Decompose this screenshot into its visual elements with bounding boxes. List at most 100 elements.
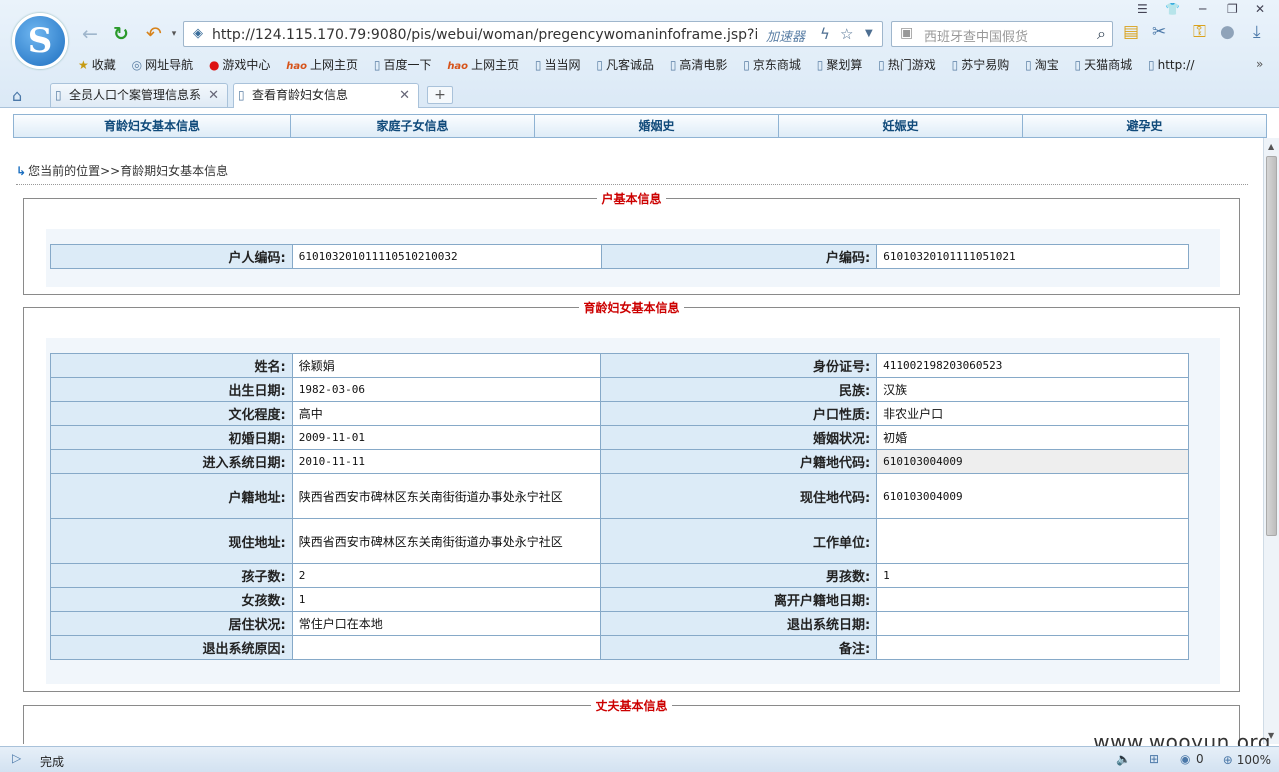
woman-legend: 育龄妇女基本信息 [24, 299, 1239, 315]
husband-section: 丈夫基本信息 [23, 699, 1240, 744]
arrow-icon: ↳ [16, 164, 27, 178]
hukou-type-value: 非农业户口 [876, 401, 1189, 426]
key-icon[interactable]: ⚿ [1193, 22, 1206, 42]
browser-logo[interactable]: S [12, 13, 68, 69]
play-icon[interactable]: ▷ [12, 751, 21, 765]
tab-view-woman-info[interactable]: ▯ 查看育龄妇女信息 ✕ [233, 83, 419, 108]
bookmark-item[interactable]: ▯ 热门游戏 [878, 56, 936, 73]
work-unit-value [876, 518, 1189, 564]
children-count-label: 孩子数: [50, 563, 293, 588]
nav-contraception-history[interactable]: 避孕史 [1023, 115, 1266, 137]
star-icon[interactable]: ☆ [840, 25, 853, 43]
refresh-icon[interactable]: ↻ [109, 22, 133, 46]
table-row: 初婚日期: 2009-11-01 婚姻状况: 初婚 [50, 425, 1189, 450]
husband-legend: 丈夫基本信息 [24, 697, 1239, 713]
table-row: 户籍地址: 陕西省西安市碑林区东关南街街道办事处永宁社区 现住地代码: 6101030… [50, 473, 1189, 519]
chat-icon[interactable]: ● [1220, 22, 1235, 42]
search-input[interactable]: 西班牙查中国假货 [924, 26, 1028, 45]
scissors-icon[interactable]: ✂ [1152, 22, 1166, 42]
nav-woman-basic-info[interactable]: 育龄妇女基本信息 [14, 115, 291, 137]
bookmark-item[interactable]: ▯ 苏宁易购 [952, 56, 1010, 73]
leave-hukou-date-label: 离开户籍地日期: [600, 587, 878, 612]
bookmark-item[interactable]: ▯ 当当网 [535, 56, 581, 73]
close-icon[interactable]: ✕ [1255, 2, 1265, 16]
breadcrumb: ↳ 您当前的位置>>育龄期妇女基本信息 [16, 164, 229, 178]
search-engine-icon[interactable]: ▣ [900, 25, 913, 41]
system-entry-date-value: 2010-11-11 [291, 449, 602, 474]
home-icon[interactable]: ⌂ [12, 86, 22, 105]
table-row: 孩子数: 2 男孩数: 1 [50, 563, 1189, 588]
first-marriage-date-value: 2009-11-01 [291, 425, 602, 450]
scroll-up-icon[interactable]: ▲ [1268, 142, 1274, 151]
chevron-down-icon[interactable]: ▼ [865, 28, 873, 39]
education-label: 文化程度: [50, 401, 293, 426]
nav-marriage-history[interactable]: 婚姻史 [535, 115, 779, 137]
household-person-code-value: 610103201011110510210032 [291, 244, 602, 269]
skin-icon[interactable]: 👕 [1165, 2, 1180, 16]
leave-hukou-date-value [876, 587, 1189, 612]
page-icon: ▯ [743, 58, 750, 72]
accelerator-label[interactable]: 加速器 [766, 26, 805, 45]
clipboard-icon[interactable]: ▤ [1123, 22, 1139, 42]
hukou-type-label: 户口性质: [600, 401, 878, 426]
name-label: 姓名: [50, 353, 293, 378]
lightning-icon[interactable]: ϟ [820, 25, 830, 43]
bookmark-item[interactable]: ★ 收藏 [78, 56, 116, 73]
page-content: 育龄妇女基本信息 家庭子女信息 婚姻史 妊娠史 避孕史 ↳ 您当前的位置>>育龄期… [0, 108, 1279, 744]
table-row: 文化程度: 高中 户口性质: 非农业户口 [50, 401, 1189, 426]
page-icon: ▯ [596, 58, 603, 72]
household-panel: 户人编码: 610103201011110510210032 户编码: 6101… [46, 229, 1220, 287]
bookmark-item[interactable]: hao 上网主页 [447, 56, 519, 73]
bookmark-item[interactable]: ▯ http:// [1148, 58, 1194, 72]
page-icon: ▯ [669, 58, 677, 72]
speaker-icon[interactable]: 🔈 [1116, 752, 1131, 766]
page-icon: ▯ [1074, 58, 1082, 72]
restore-icon[interactable]: ❐ [1227, 2, 1238, 16]
network-icon[interactable]: ⊞ [1149, 752, 1159, 766]
game-icon: ● [208, 58, 220, 72]
bookmark-item[interactable]: ● 游戏中心 [209, 56, 271, 73]
bookmark-item[interactable]: ▯ 百度一下 [374, 56, 432, 73]
id-number-label: 身份证号: [600, 353, 878, 378]
household-table: 户人编码: 610103201011110510210032 户编码: 6101… [50, 244, 1189, 269]
page-icon: ▯ [1025, 58, 1032, 72]
table-row: 女孩数: 1 离开户籍地日期: [50, 587, 1189, 612]
children-count-value: 2 [291, 563, 602, 588]
close-icon[interactable]: ✕ [208, 84, 219, 107]
star-icon: ★ [78, 58, 89, 72]
bookmark-item[interactable]: ▯ 高清电影 [670, 56, 728, 73]
birth-date-label: 出生日期: [50, 377, 293, 402]
page-icon: ▯ [878, 58, 885, 72]
section-nav: 育龄妇女基本信息 家庭子女信息 婚姻史 妊娠史 避孕史 [13, 114, 1267, 138]
more-bookmarks-icon[interactable]: » [1256, 57, 1263, 71]
bookmark-item[interactable]: ▯ 天猫商城 [1075, 56, 1133, 73]
bookmark-item[interactable]: ◎ 网址导航 [132, 56, 194, 73]
bookmark-item[interactable]: hao 上网主页 [286, 56, 358, 73]
bookmark-item[interactable]: ▯ 淘宝 [1025, 56, 1059, 73]
menu-icon[interactable]: ☰ [1137, 2, 1148, 16]
remarks-value [876, 635, 1189, 660]
table-row: 姓名: 徐颖娟 身份证号: 411002198203060523 [50, 353, 1189, 378]
counter-icon[interactable]: ◉ [1180, 752, 1190, 766]
address-bar[interactable]: ◈ http://124.115.170.79:9080/pis/webui/w… [183, 21, 883, 47]
nav-pregnancy-history[interactable]: 妊娠史 [779, 115, 1023, 137]
id-number-value: 411002198203060523 [876, 353, 1189, 378]
minimize-icon[interactable]: ─ [1199, 2, 1206, 16]
household-code-label: 户编码: [600, 244, 878, 269]
vertical-scrollbar[interactable]: ▲ ▼ [1263, 138, 1279, 744]
bookmark-item[interactable]: ▯ 凡客诚品 [596, 56, 654, 73]
zoom-level[interactable]: ⊕ 100% [1223, 753, 1271, 767]
scrollbar-thumb[interactable] [1266, 156, 1277, 536]
back-icon[interactable]: ← [78, 22, 102, 46]
search-box[interactable]: ▣ 西班牙查中国假货 ⌕ [891, 21, 1113, 47]
nav-family-children[interactable]: 家庭子女信息 [291, 115, 535, 137]
address-url[interactable]: http://124.115.170.79:9080/pis/webui/wom… [212, 26, 757, 44]
page-icon: ▯ [534, 58, 542, 72]
tab-population-system[interactable]: ▯ 全员人口个案管理信息系 ✕ [50, 83, 228, 107]
download-icon[interactable]: ⤓ [1253, 22, 1261, 42]
close-icon[interactable]: ✕ [399, 84, 410, 107]
search-icon[interactable]: ⌕ [1097, 24, 1106, 44]
new-tab-button[interactable]: + [427, 86, 453, 104]
bookmark-item[interactable]: ▯ 聚划算 [817, 56, 863, 73]
bookmark-item[interactable]: ▯ 京东商城 [743, 56, 801, 73]
